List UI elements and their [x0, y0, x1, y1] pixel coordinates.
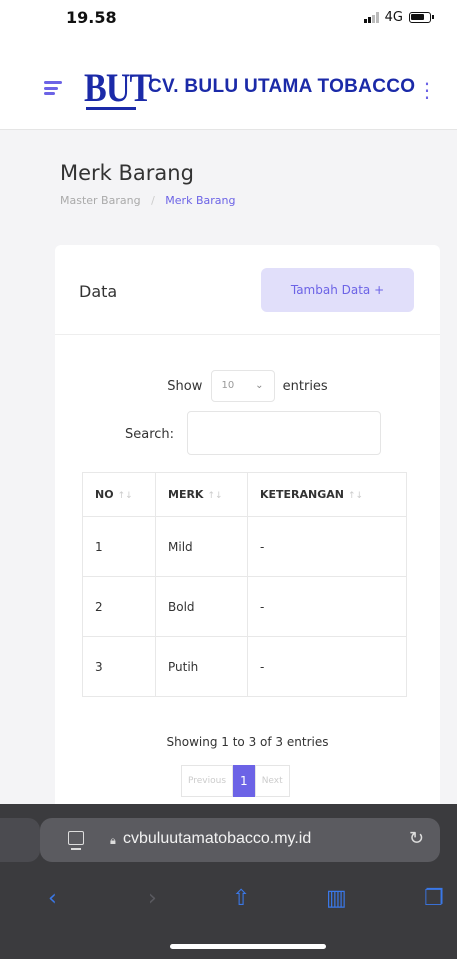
page-menu-icon[interactable] [68, 831, 84, 850]
table-row: 2 Bold - [82, 576, 407, 637]
add-data-button[interactable]: Tambah Data + [261, 268, 414, 312]
breadcrumb: Master Barang / Merk Barang [60, 194, 235, 207]
table-header-row: NO ↑↓ MERK ↑↓ KETERANGAN ↑↓ [82, 472, 407, 517]
page-title: Merk Barang [60, 161, 194, 185]
column-header-merk[interactable]: MERK ↑↓ [155, 472, 248, 517]
show-label: Show [167, 378, 203, 394]
data-card: Data Tambah Data + Show 10 ⌄ entries Sea… [55, 245, 440, 825]
entries-select-value: 10 [221, 380, 235, 391]
status-bar: 19.58 4G [0, 0, 457, 50]
table-row: 3 Putih - [82, 636, 407, 697]
previous-tab-pill[interactable] [0, 818, 40, 862]
signal-icon [363, 12, 379, 23]
entries-length-control: Show 10 ⌄ entries [55, 370, 440, 402]
column-header-no[interactable]: NO ↑↓ [82, 472, 156, 517]
network-type: 4G [384, 10, 403, 25]
breadcrumb-separator: / [151, 194, 155, 207]
column-header-keterangan[interactable]: KETERANGAN ↑↓ [247, 472, 407, 517]
pagination-page-1[interactable]: 1 [233, 765, 255, 797]
cell-merk: Putih [155, 636, 248, 697]
breadcrumb-current: Merk Barang [165, 194, 236, 207]
share-icon[interactable]: ⇧ [232, 886, 250, 911]
search-label: Search: [125, 427, 175, 442]
merk-table: NO ↑↓ MERK ↑↓ KETERANGAN ↑↓ 1 Mild - 2 Bold… [82, 472, 407, 697]
pagination-previous[interactable]: Previous [181, 765, 234, 797]
lock-icon: 🔒︎ [110, 834, 116, 847]
pagination: Previous 1 Next [181, 765, 290, 797]
battery-icon [409, 12, 434, 23]
sort-icon: ↑↓ [207, 491, 223, 501]
logo-underline [86, 107, 136, 110]
more-options-icon[interactable]: ⋮ [417, 78, 437, 102]
url-text[interactable]: cvbuluutamatobacco.my.id [123, 830, 311, 848]
forward-icon[interactable]: › [148, 886, 157, 911]
sort-icon: ↑↓ [348, 491, 364, 501]
breadcrumb-master-barang[interactable]: Master Barang [60, 194, 141, 207]
home-indicator [170, 944, 326, 949]
chevron-down-icon: ⌄ [255, 380, 264, 391]
cell-no: 2 [82, 576, 156, 637]
card-header: Data Tambah Data + [55, 245, 440, 335]
app-header: BUT CV. BULU UTAMA TOBACCO ⋮ [0, 50, 457, 130]
entries-select[interactable]: 10 ⌄ [210, 370, 275, 402]
bookmarks-icon[interactable]: ▥ [326, 886, 347, 911]
tabs-icon[interactable]: ❐ [424, 886, 444, 911]
hamburger-menu-icon[interactable] [44, 81, 62, 95]
pagination-next[interactable]: Next [254, 765, 290, 797]
cell-keterangan: - [247, 516, 407, 577]
table-info: Showing 1 to 3 of 3 entries [166, 735, 329, 749]
entries-label: entries [282, 378, 328, 394]
status-indicators: 4G [363, 10, 434, 25]
sort-icon: ↑↓ [117, 491, 133, 501]
card-title: Data [79, 282, 118, 301]
cell-no: 3 [82, 636, 156, 697]
company-logo: BUT [84, 65, 152, 110]
back-icon[interactable]: ‹ [48, 886, 57, 911]
reload-icon[interactable]: ↻ [409, 828, 424, 849]
cell-merk: Bold [155, 576, 248, 637]
status-time: 19.58 [66, 8, 117, 27]
cell-keterangan: - [247, 636, 407, 697]
cell-keterangan: - [247, 576, 407, 637]
table-row: 1 Mild - [82, 516, 407, 577]
search-input[interactable] [187, 411, 381, 455]
cell-merk: Mild [155, 516, 248, 577]
address-bar[interactable]: 🔒︎ cvbuluutamatobacco.my.id ↻ [40, 818, 440, 862]
cell-no: 1 [82, 516, 156, 577]
company-name: CV. BULU UTAMA TOBACCO [148, 76, 416, 97]
browser-bar: 🔒︎ cvbuluutamatobacco.my.id ↻ ‹ › ⇧ ▥ ❐ [0, 804, 457, 959]
